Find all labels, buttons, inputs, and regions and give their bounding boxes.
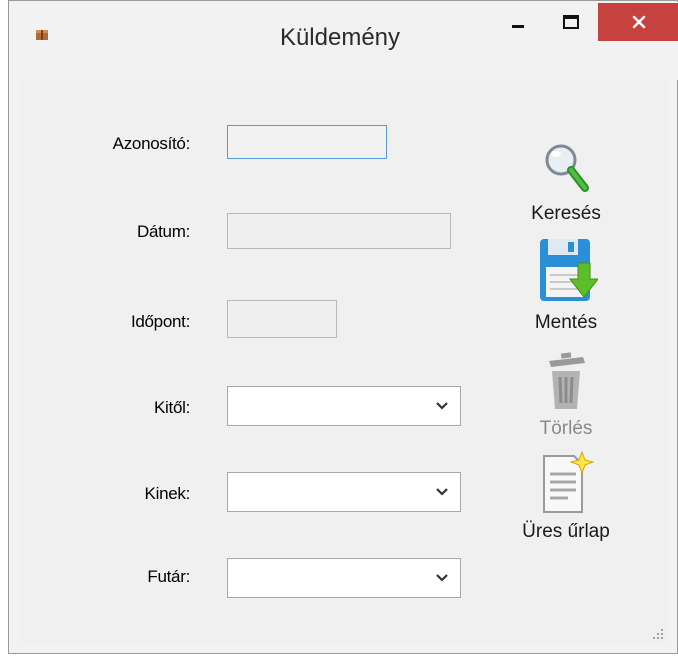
- close-icon: [632, 15, 646, 29]
- window-frame: Küldemény Azonosító: Dátum: Időpont: Kit…: [8, 0, 678, 654]
- floppy-save-icon: [540, 239, 600, 301]
- search-button[interactable]: Keresés: [506, 140, 626, 225]
- azonosito-label: Azonosító:: [112, 134, 191, 153]
- trash-icon: [549, 352, 585, 409]
- chevron-down-icon: [434, 485, 450, 499]
- maximize-button[interactable]: [546, 3, 596, 41]
- delete-label: Törlés: [539, 418, 593, 439]
- chevron-down-icon: [434, 399, 450, 413]
- datum-input[interactable]: [227, 213, 451, 249]
- search-label: Keresés: [531, 203, 601, 224]
- save-label: Mentés: [534, 312, 598, 333]
- new-document-icon: [543, 450, 595, 513]
- maximize-icon: [563, 15, 579, 29]
- title-bar[interactable]: Küldemény: [10, 2, 678, 80]
- magnifier-icon: [545, 144, 589, 192]
- kinek-label: Kinek:: [144, 484, 191, 503]
- delete-button[interactable]: Törlés: [506, 343, 626, 440]
- new-form-button[interactable]: Üres űrlap: [506, 450, 626, 543]
- idopont-input[interactable]: [227, 300, 337, 338]
- minimize-button[interactable]: [490, 3, 546, 41]
- azonosito-input[interactable]: [227, 125, 387, 159]
- futar-select[interactable]: [227, 558, 461, 598]
- chevron-down-icon: [434, 571, 450, 585]
- new-form-label: Üres űrlap: [522, 521, 610, 542]
- idopont-label: Időpont:: [130, 312, 190, 331]
- futar-label: Futár:: [147, 567, 190, 586]
- minimize-icon: [512, 25, 524, 28]
- kinek-select[interactable]: [227, 472, 461, 512]
- save-button[interactable]: Mentés: [506, 237, 626, 334]
- datum-label: Dátum:: [137, 222, 190, 241]
- kuldemeny-window: Küldemény Azonosító: Dátum: Időpont: Kit…: [8, 0, 678, 664]
- kitol-select[interactable]: [227, 386, 461, 426]
- kitol-label: Kitől:: [154, 398, 190, 417]
- resize-grip-icon[interactable]: [651, 627, 665, 641]
- form-client-area: Azonosító: Dátum: Időpont: Kitől: Kinek:: [19, 80, 669, 645]
- close-button[interactable]: [598, 3, 678, 41]
